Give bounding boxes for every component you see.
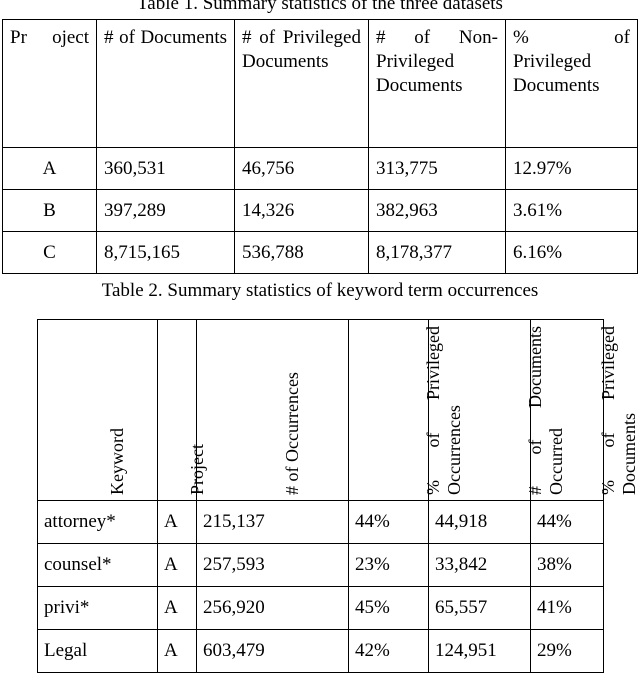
table-row: Legal A 603,479 42% 124,951 29% <box>37 629 604 673</box>
table-2-cell-percent-privileged-documents: 29% <box>530 629 604 673</box>
table-2-col-percent-privileged-documents-rotator: % of Privileged Documents <box>531 320 639 500</box>
table-2-col-project: Project <box>157 319 207 501</box>
table-2-cell-documents-occurred: 124,951 <box>428 629 531 673</box>
table-1-cell-privileged-documents: 536,788 <box>234 231 369 274</box>
table-2-cell-documents-occurred: 33,842 <box>428 543 531 587</box>
table-1-cell-percent-privileged: 3.61% <box>505 189 638 232</box>
table-2-cell-project: A <box>157 586 197 630</box>
table-1-col-project: Pr oject <box>2 19 97 148</box>
table-2-cell-percent-privileged-occurrences: 44% <box>348 500 429 544</box>
table-2-cell-percent-privileged-occurrences: 42% <box>348 629 429 673</box>
table-1-cell-non-privileged-documents: 8,178,377 <box>368 231 506 274</box>
table-1-col-percent-privileged-label: % of Privileged Documents <box>513 27 630 96</box>
table-2-col-percent-privileged-occurrences-rotator: % of Privileged Occurrences <box>349 320 464 500</box>
table-1-cell-percent-privileged: 12.97% <box>505 147 638 190</box>
table-1-col-non-privileged-documents-label: # of Non-Privileged Documents <box>376 27 498 96</box>
table-2-cell-occurrences: 256,920 <box>196 586 349 630</box>
document-page: Table 1. Summary statistics of the three… <box>0 0 640 673</box>
table-2-cell-documents-occurred: 44,918 <box>428 500 531 544</box>
table-2-cell-project: A <box>157 543 197 587</box>
table-2-cell-keyword: Legal <box>37 629 158 673</box>
table-2-col-occurrences-rotator: # of Occurrences <box>197 320 348 500</box>
table-1-cell-percent-privileged: 6.16% <box>505 231 638 274</box>
table-2-col-percent-privileged-occurrences: % of Privileged Occurrences <box>348 319 464 501</box>
table-2-cell-project: A <box>157 629 197 673</box>
table-1-col-percent-privileged: % of Privileged Documents <box>505 19 638 148</box>
table-2-cell-documents-occurred: 65,557 <box>428 586 531 630</box>
table-1-col-privileged-documents-label: # of Privileged Documents <box>242 27 361 72</box>
table-1-cell-non-privileged-documents: 382,963 <box>368 189 506 232</box>
table-2-cell-project: A <box>157 500 197 544</box>
table-2-col-occurrences-label: # of Occurrences <box>282 372 302 495</box>
table-2-cell-keyword: attorney* <box>37 500 158 544</box>
table-row: attorney* A 215,137 44% 44,918 44% <box>37 500 604 544</box>
table-1-body: A 360,531 46,756 313,775 12.97% B 397,289 14,32… <box>2 147 638 274</box>
table-row: A 360,531 46,756 313,775 12.97% <box>2 147 638 190</box>
table-1-cell-project: B <box>2 189 97 232</box>
table-2-col-project-rotator: Project <box>158 320 207 500</box>
table-2-cell-occurrences: 215,137 <box>196 500 349 544</box>
table-2-body: attorney* A 215,137 44% 44,918 44% counsel* A 25… <box>37 500 604 673</box>
table-2-col-percent-privileged-documents: % of Privileged Documents <box>530 319 639 501</box>
table-1-col-privileged-documents: # of Privileged Documents <box>234 19 369 148</box>
table-2-cell-occurrences: 257,593 <box>196 543 349 587</box>
table-row: privi* A 256,920 45% 65,557 41% <box>37 586 604 630</box>
table-2-header-row: Keyword Project # of Occurrences % of Pr… <box>37 319 639 501</box>
table-1-header-row: Pr oject # of Documents # of Privileged … <box>2 19 638 148</box>
table-1-col-documents: # of Documents <box>96 19 235 148</box>
table-1-cell-documents: 8,715,165 <box>96 231 235 274</box>
table-2: Keyword Project # of Occurrences % of Pr… <box>37 319 639 673</box>
table-row: B 397,289 14,326 382,963 3.61% <box>2 189 638 232</box>
table-1: Pr oject # of Documents # of Privileged … <box>2 19 638 274</box>
table-1-cell-privileged-documents: 14,326 <box>234 189 369 232</box>
table-2-caption: Table 2. Summary statistics of keyword t… <box>101 280 539 301</box>
table-2-col-keyword-label: Keyword <box>107 428 127 495</box>
table-2-cell-keyword: privi* <box>37 586 158 630</box>
table-1-col-project-label: Pr oject <box>10 27 89 48</box>
table-1-col-documents-label: # of Documents <box>104 27 227 48</box>
table-2-col-percent-privileged-documents-label: % of Privileged Documents <box>598 326 639 495</box>
table-2-col-occurrences: # of Occurrences <box>196 319 349 501</box>
table-row: counsel* A 257,593 23% 33,842 38% <box>37 543 604 587</box>
table-1-cell-project: C <box>2 231 97 274</box>
table-2-col-keyword: Keyword <box>37 319 158 501</box>
table-1-col-non-privileged-documents: # of Non-Privileged Documents <box>368 19 506 148</box>
table-2-col-documents-occurred: # of Documents Occurred <box>428 319 566 501</box>
table-1-cell-non-privileged-documents: 313,775 <box>368 147 506 190</box>
table-2-cell-percent-privileged-occurrences: 45% <box>348 586 429 630</box>
table-row: C 8,715,165 536,788 8,178,377 6.16% <box>2 231 638 274</box>
table-2-col-keyword-rotator: Keyword <box>38 320 157 500</box>
table-1-cell-privileged-documents: 46,756 <box>234 147 369 190</box>
table-2-cell-percent-privileged-documents: 44% <box>530 500 604 544</box>
table-1-caption: Table 1. Summary statistics of the three… <box>137 0 503 14</box>
table-2-cell-keyword: counsel* <box>37 543 158 587</box>
table-1-cell-project: A <box>2 147 97 190</box>
table-2-col-documents-occurred-rotator: # of Documents Occurred <box>429 320 566 500</box>
table-2-cell-percent-privileged-occurrences: 23% <box>348 543 429 587</box>
table-1-cell-documents: 397,289 <box>96 189 235 232</box>
table-2-cell-occurrences: 603,479 <box>196 629 349 673</box>
table-2-cell-percent-privileged-documents: 41% <box>530 586 604 630</box>
table-1-cell-documents: 360,531 <box>96 147 235 190</box>
table-2-cell-percent-privileged-documents: 38% <box>530 543 604 587</box>
